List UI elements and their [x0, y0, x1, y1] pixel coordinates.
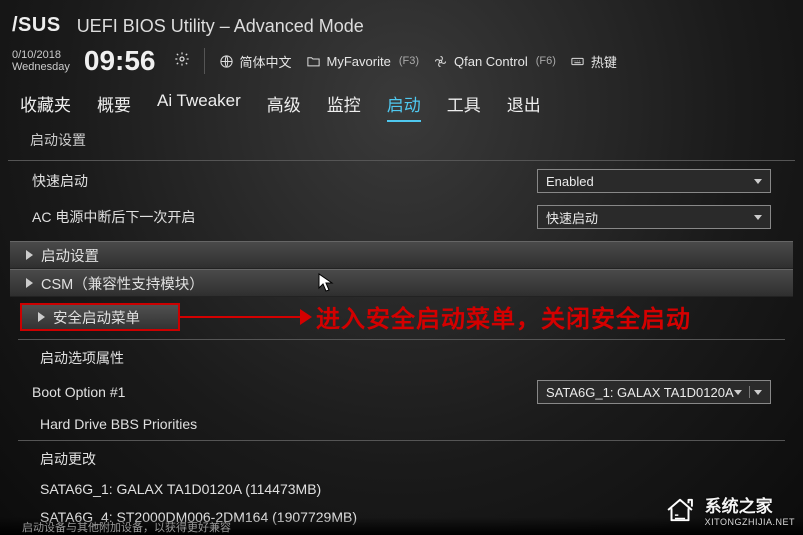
annotation-row: 安全启动菜单 进入安全启动菜单，关闭安全启动: [10, 299, 793, 335]
main-tabs: 收藏夹 概要 Ai Tweaker 高级 监控 启动 工具 退出: [0, 81, 803, 124]
folder-star-icon: [306, 54, 321, 69]
chevron-down-icon: [754, 179, 762, 184]
qfan-hint: (F6): [536, 55, 556, 67]
watermark-url: XITONGZHIJIA.NET: [705, 517, 795, 527]
watermark: 系统之家 XITONGZHIJIA.NET: [663, 492, 795, 527]
divider: [18, 339, 785, 340]
annotation-text: 进入安全启动菜单，关闭安全启动: [316, 299, 691, 334]
caret-right-icon: [38, 312, 45, 322]
watermark-name: 系统之家: [705, 497, 773, 516]
tab-tool[interactable]: 工具: [447, 91, 481, 122]
annotation-arrow-line: [180, 316, 300, 318]
section-csm-label: CSM（兼容性支持模块）: [41, 273, 204, 294]
language-selector[interactable]: 简体中文: [219, 52, 292, 71]
tab-advanced[interactable]: 高级: [267, 91, 301, 122]
boot-option1-row: Boot Option #1 SATA6G_1: GALAX TA1D0120A: [10, 374, 793, 410]
date: 0/10/2018: [12, 49, 70, 61]
ac-power-label: AC 电源中断后下一次开启: [32, 207, 195, 227]
fan-icon: [433, 54, 448, 69]
chevron-down-icon: [754, 390, 762, 395]
tab-main[interactable]: 概要: [97, 91, 131, 122]
separator: [204, 48, 205, 74]
hdd-bbs-priorities[interactable]: Hard Drive BBS Priorities: [10, 410, 793, 438]
section-boot-config-label: 启动设置: [41, 245, 99, 266]
fast-boot-row: 快速启动 Enabled: [10, 163, 793, 199]
fast-boot-value: Enabled: [546, 174, 594, 189]
section-secure-boot[interactable]: 安全启动菜单: [20, 303, 180, 331]
date-block: 0/10/2018 Wednesday: [12, 49, 70, 73]
tab-exit[interactable]: 退出: [507, 91, 541, 122]
qfan-label: Qfan Control: [454, 54, 528, 69]
page-subheading: 启动设置: [0, 124, 803, 158]
weekday: Wednesday: [12, 61, 70, 73]
time: 09:56: [84, 45, 156, 77]
tab-boot[interactable]: 启动: [387, 91, 421, 122]
section-csm[interactable]: CSM（兼容性支持模块）: [10, 269, 793, 297]
keyboard-icon: [570, 54, 585, 69]
content-area: 快速启动 Enabled AC 电源中断后下一次开启 快速启动 启动设置 CSM…: [0, 163, 803, 531]
caret-right-icon: [26, 250, 33, 260]
annotation-arrow-head-icon: [300, 309, 312, 325]
boot-change-heading: 启动更改: [10, 443, 793, 475]
fast-boot-label: 快速启动: [32, 171, 88, 191]
brand-logo: /SUS: [12, 4, 61, 37]
datetime-row: 0/10/2018 Wednesday 09:56 简体中文 MyFavorit…: [0, 43, 803, 81]
divider: [8, 160, 795, 161]
ac-power-dropdown[interactable]: 快速启动: [537, 205, 771, 229]
divider: [18, 440, 785, 441]
language-label: 简体中文: [240, 52, 292, 71]
globe-icon: [219, 54, 234, 69]
tab-favorites[interactable]: 收藏夹: [20, 91, 71, 122]
fast-boot-dropdown[interactable]: Enabled: [537, 169, 771, 193]
bios-screen: /SUS UEFI BIOS Utility – Advanced Mode 0…: [0, 0, 803, 535]
tab-monitor[interactable]: 监控: [327, 91, 361, 122]
section-boot-config[interactable]: 启动设置: [10, 241, 793, 269]
tab-ai-tweaker[interactable]: Ai Tweaker: [157, 91, 241, 122]
app-title: UEFI BIOS Utility – Advanced Mode: [77, 16, 364, 37]
myfavorite-hint: (F3): [399, 55, 419, 67]
boot-option1-label: Boot Option #1: [32, 384, 125, 400]
title-block: UEFI BIOS Utility – Advanced Mode: [77, 16, 364, 37]
hotkey-button[interactable]: 热键: [570, 52, 617, 71]
house-icon: [663, 493, 697, 527]
chevron-down-icon: [734, 390, 742, 395]
boot-option1-dropdown[interactable]: SATA6G_1: GALAX TA1D0120A: [537, 380, 771, 404]
settings-gear-icon[interactable]: [170, 51, 190, 72]
boot-option1-value: SATA6G_1: GALAX TA1D0120A: [546, 385, 734, 400]
ac-power-row: AC 电源中断后下一次开启 快速启动: [10, 199, 793, 235]
chevron-down-icon: [754, 215, 762, 220]
hotkey-label: 热键: [591, 52, 617, 71]
caret-right-icon: [26, 278, 33, 288]
myfavorite-button[interactable]: MyFavorite (F3): [306, 54, 419, 69]
myfavorite-label: MyFavorite: [327, 54, 391, 69]
qfan-button[interactable]: Qfan Control (F6): [433, 54, 556, 69]
header: /SUS UEFI BIOS Utility – Advanced Mode: [0, 4, 803, 43]
section-secure-boot-label: 安全启动菜单: [53, 307, 140, 328]
mouse-cursor-icon: [318, 273, 334, 293]
ac-power-value: 快速启动: [546, 208, 598, 227]
boot-option-heading: 启动选项属性: [10, 342, 793, 374]
